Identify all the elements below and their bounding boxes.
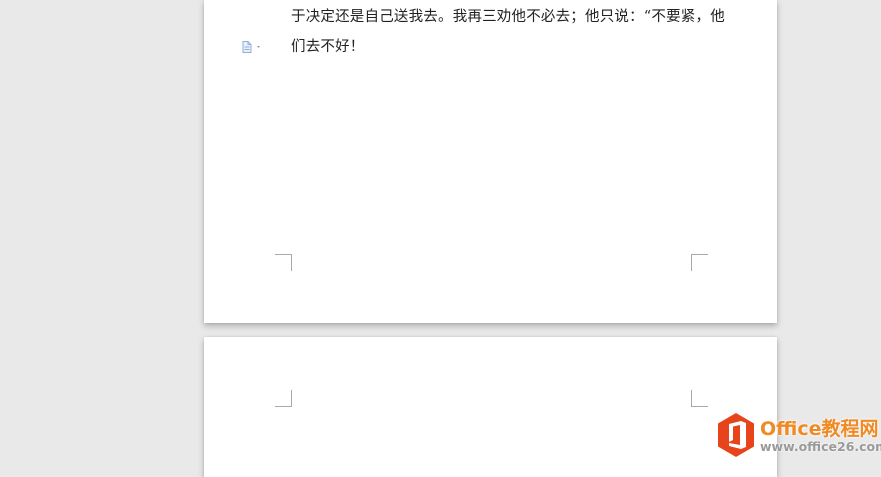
text-line-1[interactable]: 于决定还是自己送我去。我再三劝他不必去；他只说：“不要紧，他 xyxy=(291,5,725,26)
watermark-title: Office教程网 xyxy=(760,418,879,440)
text-line-2[interactable]: 们去不好！ xyxy=(291,35,365,56)
document-page-1[interactable]: 于决定还是自己送我去。我再三劝他不必去；他只说：“不要紧，他 们去不好！ xyxy=(204,0,777,323)
watermark-url: www.office26.com xyxy=(760,439,881,454)
document-page-2[interactable] xyxy=(204,337,777,477)
paragraph-options-icon[interactable] xyxy=(242,38,264,53)
chevron-down-icon xyxy=(257,46,260,48)
site-watermark: Office教程网 www.office26.com xyxy=(716,410,881,462)
margin-corner-bottom-left xyxy=(275,254,292,271)
margin-corner-bottom-right xyxy=(691,254,708,271)
margin-corner-top-left xyxy=(275,390,292,407)
margin-corner-top-right xyxy=(691,390,708,407)
office-logo-icon xyxy=(716,412,756,458)
